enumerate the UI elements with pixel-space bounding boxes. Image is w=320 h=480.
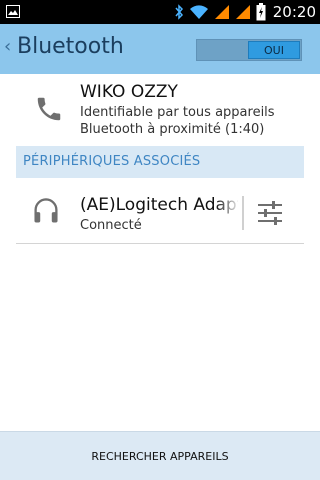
back-chevron-icon[interactable]: ‹ xyxy=(4,36,11,57)
phone-icon xyxy=(37,97,61,121)
signal-icon xyxy=(235,5,250,19)
search-devices-button[interactable]: RECHERCHER APPAREILS xyxy=(0,432,320,480)
paired-device-row[interactable]: (AE)Logitech Adapter Connecté xyxy=(16,180,304,244)
row-divider xyxy=(242,196,244,230)
status-icons: 20:20 xyxy=(174,0,316,24)
paired-device-status: Connecté xyxy=(80,218,142,233)
bottom-action-bar: RECHERCHER APPAREILS xyxy=(0,431,320,480)
search-devices-label: RECHERCHER APPAREILS xyxy=(91,449,229,463)
device-visibility-timer: Bluetooth à proximité (1:40) xyxy=(80,122,265,137)
status-time: 20:20 xyxy=(272,3,316,21)
device-visibility-text: Identifiable par tous appareils xyxy=(80,105,275,120)
action-bar: ‹ Bluetooth OUI xyxy=(0,24,320,74)
wifi-icon xyxy=(189,5,208,19)
paired-device-name: (AE)Logitech Adapter xyxy=(80,195,238,215)
section-header-label: PÉRIPHÉRIQUES ASSOCIÉS xyxy=(23,154,201,169)
toggle-label: OUI xyxy=(264,43,284,57)
headphones-icon xyxy=(34,198,58,223)
list-divider xyxy=(16,243,304,244)
settings-sliders-icon xyxy=(258,201,282,225)
bluetooth-icon xyxy=(175,4,183,20)
page-title: Bluetooth xyxy=(17,34,124,59)
bluetooth-toggle[interactable]: OUI xyxy=(196,39,302,61)
this-device-row[interactable]: WIKO OZZY Identifiable par tous appareil… xyxy=(0,82,320,142)
name-fade xyxy=(216,192,240,216)
device-settings-button[interactable] xyxy=(252,196,288,230)
battery-charging-icon xyxy=(256,3,266,21)
image-icon xyxy=(6,5,20,18)
paired-devices-header: PÉRIPHÉRIQUES ASSOCIÉS xyxy=(16,146,304,178)
signal-icon xyxy=(214,5,229,19)
toggle-knob: OUI xyxy=(248,41,300,59)
device-name: WIKO OZZY xyxy=(80,82,178,102)
status-bar: 20:20 xyxy=(0,0,320,24)
